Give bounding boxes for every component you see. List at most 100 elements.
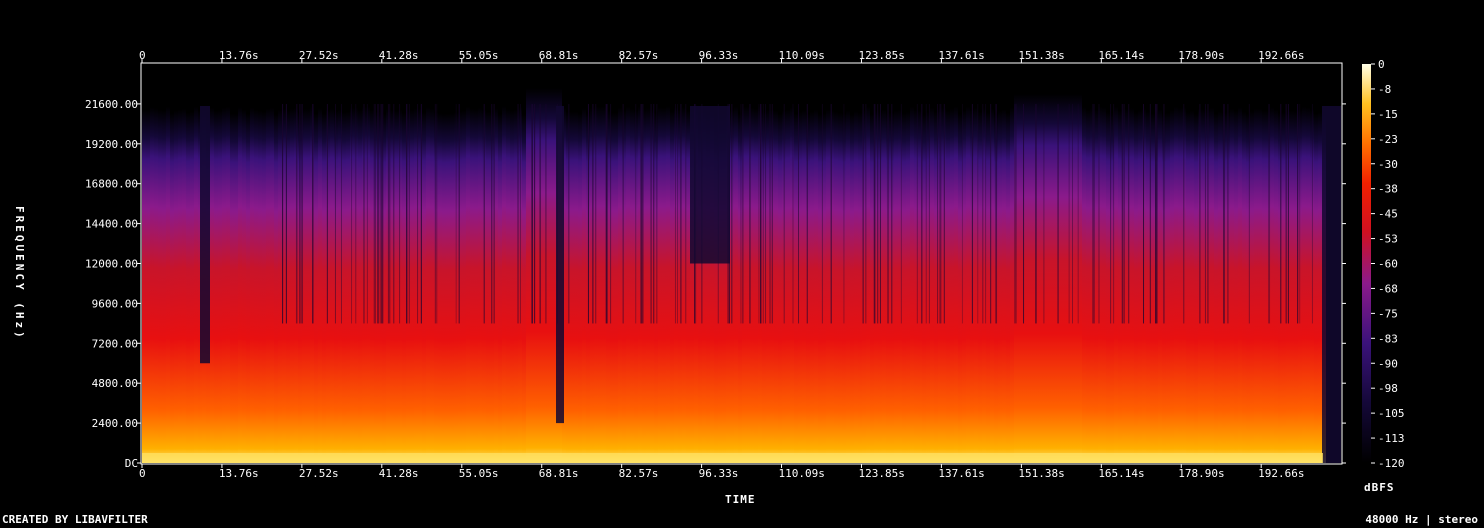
- spectrogram-column: [602, 106, 606, 464]
- spectrogram-column: [462, 110, 466, 464]
- spectrogram-streak: [387, 104, 389, 324]
- spectrogram-column: [574, 111, 578, 463]
- spectrogram-column: [162, 110, 166, 464]
- spectrogram-column: [226, 106, 230, 464]
- x-tick-label-top: 110.09s: [779, 49, 825, 62]
- spectrogram-column: [422, 111, 426, 463]
- spectrogram-column: [1166, 112, 1170, 463]
- spectrogram-column: [654, 112, 658, 464]
- spectrogram-streak: [389, 104, 391, 324]
- spectrogram-column: [458, 111, 462, 464]
- spectrogram-streak: [1280, 104, 1282, 324]
- spectrogram-streak: [900, 104, 902, 324]
- spectrogram-column: [1134, 111, 1138, 463]
- spectrogram-column: [394, 109, 398, 463]
- x-tick-label-top: 68.81s: [539, 49, 579, 62]
- spectrogram-column: [306, 108, 310, 463]
- x-tick-label-bottom: 13.76s: [219, 467, 259, 480]
- spectrogram-column: [854, 111, 858, 464]
- x-tick-label-top: 178.90s: [1178, 49, 1224, 62]
- spectrogram-streak: [656, 104, 658, 324]
- spectrogram-streak: [877, 104, 879, 324]
- spectrogram-streak: [1227, 104, 1229, 324]
- spectrogram-column: [234, 113, 238, 463]
- y-tick-label: 4800.00: [92, 377, 138, 390]
- spectrogram-column: [450, 112, 454, 463]
- spectrogram-column: [430, 108, 434, 463]
- spectrogram-column: [346, 111, 350, 464]
- spectrogram-column: [218, 109, 222, 464]
- x-tick-label-bottom: 96.33s: [699, 467, 739, 480]
- spectrogram-column: [1234, 110, 1238, 464]
- spectrogram-column: [614, 112, 618, 464]
- spectrogram-column: [478, 107, 482, 464]
- spectrogram-streak: [891, 104, 893, 324]
- spectrogram-streak: [517, 104, 519, 324]
- spectrogram-column: [502, 106, 506, 464]
- spectrogram-streak: [296, 104, 298, 324]
- spectrogram-streak: [1077, 104, 1079, 324]
- spectrogram-column: [1146, 111, 1150, 464]
- spectrogram-column: [342, 112, 346, 464]
- spectrogram-column: [214, 110, 218, 464]
- spectrogram-streak: [1149, 104, 1151, 324]
- spectrogram-streak: [366, 104, 368, 324]
- spectrogram-streak: [916, 104, 918, 324]
- spectrogram-streak: [1199, 104, 1201, 324]
- spectrogram-column: [846, 110, 850, 464]
- spectrogram-streak: [843, 104, 845, 324]
- spectrogram-streak: [1043, 104, 1045, 324]
- spectrogram-streak: [742, 104, 744, 324]
- colorbar: 0 -8 -15 -23 -30 -38 -45 -53 -60 -68 -75 -83 -90 -98 -…: [1362, 58, 1405, 470]
- spectrogram-column: [334, 110, 338, 463]
- x-tick-label-bottom: 192.66s: [1258, 467, 1304, 480]
- spectrogram-streak: [519, 104, 521, 324]
- spectrogram-streak: [676, 104, 678, 324]
- y-tick-label: 2400.00: [92, 417, 138, 430]
- spectrogram-column: [1114, 106, 1118, 463]
- spectrogram-streak: [1207, 104, 1209, 324]
- x-tick-label-bottom: 68.81s: [539, 467, 579, 480]
- spectrogram-streak: [635, 104, 637, 324]
- spectrogram-column: [978, 111, 982, 463]
- spectrogram-streak: [378, 104, 380, 324]
- spectrogram-column: [1010, 107, 1014, 463]
- colorbar-tick-label: -30: [1378, 158, 1398, 171]
- spectrogram-streak: [990, 104, 992, 324]
- spectrogram-chart: 0 -8 -15 -23 -30 -38 -45 -53 -60 -68 -75 -83 -90 -98 -…: [85, 49, 1405, 480]
- spectrogram-column: [1118, 110, 1122, 463]
- spectrogram-gap: [556, 106, 564, 424]
- spectrogram-streak: [925, 104, 927, 324]
- x-tick-label-top: 165.14s: [1098, 49, 1144, 62]
- spectrogram-streak: [874, 104, 876, 324]
- colorbar-tick-label: -15: [1378, 108, 1398, 121]
- colorbar-tick-label: -8: [1378, 83, 1391, 96]
- x-tick-label-top: 27.52s: [299, 49, 339, 62]
- spectrogram-column: [746, 106, 750, 463]
- spectrogram-streak: [1183, 104, 1185, 324]
- spectrogram-streak: [961, 104, 963, 324]
- spectrogram-column: [1314, 113, 1318, 463]
- spectrogram-column: [946, 110, 950, 464]
- spectrogram-column: [598, 106, 602, 463]
- spectrogram-streak: [731, 104, 733, 324]
- x-tick-label-bottom: 55.05s: [459, 467, 499, 480]
- spectrogram-column: [1086, 109, 1090, 464]
- spectrogram-streak: [862, 104, 864, 324]
- spectrogram-column: [434, 112, 438, 463]
- spectrogram-column: [1074, 94, 1078, 463]
- spectrogram-column: [894, 110, 898, 464]
- spectrogram-column: [158, 109, 162, 463]
- spectrogram-streak: [937, 104, 939, 324]
- spectrogram-streak: [642, 104, 644, 324]
- spectrogram-streak: [1311, 104, 1313, 324]
- spectrogram-column: [190, 111, 194, 464]
- spectrogram-streak: [1110, 104, 1112, 324]
- spectrogram-column: [1126, 108, 1130, 464]
- x-axis-title: TIME: [725, 493, 756, 506]
- spectrogram-streak: [334, 104, 336, 324]
- spectrogram-column: [686, 109, 690, 463]
- spectrogram-column: [442, 113, 446, 463]
- x-tick-label-bottom: 151.38s: [1018, 467, 1064, 480]
- spectrogram-column: [1306, 107, 1310, 463]
